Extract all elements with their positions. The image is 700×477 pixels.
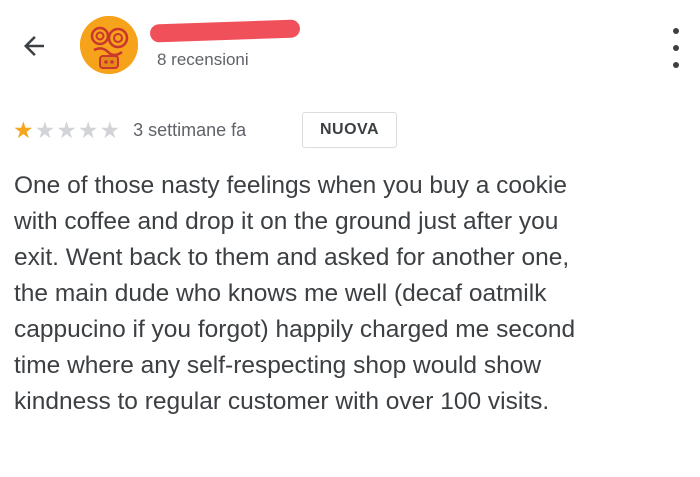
new-badge: NUOVA: [302, 112, 397, 148]
star-empty-icon: ★: [56, 117, 77, 143]
star-rating: ★ ★ ★ ★ ★: [13, 117, 120, 143]
more-vertical-icon: [673, 28, 679, 34]
more-vertical-icon-dot: [673, 62, 679, 68]
reviewer-name-redaction: [149, 19, 301, 43]
back-button[interactable]: [14, 26, 54, 66]
star-empty-icon: ★: [77, 117, 99, 143]
star-empty-icon: ★: [34, 117, 56, 143]
review-time: 3 settimane fa: [133, 119, 247, 140]
star-empty-icon: ★: [99, 117, 121, 143]
avatar[interactable]: [80, 16, 138, 74]
more-vertical-icon-dot: [673, 45, 679, 51]
more-options-button[interactable]: [664, 28, 688, 68]
review-text: One of those nasty feelings when you buy…: [14, 172, 576, 415]
rating-row: ★ ★ ★ ★ ★ 3 settimane fa: [13, 117, 246, 143]
avatar-illustration-icon: [80, 16, 138, 74]
star-filled-icon: ★: [13, 117, 34, 143]
review-count[interactable]: 8 recensioni: [157, 50, 249, 70]
arrow-left-icon: [24, 36, 44, 56]
